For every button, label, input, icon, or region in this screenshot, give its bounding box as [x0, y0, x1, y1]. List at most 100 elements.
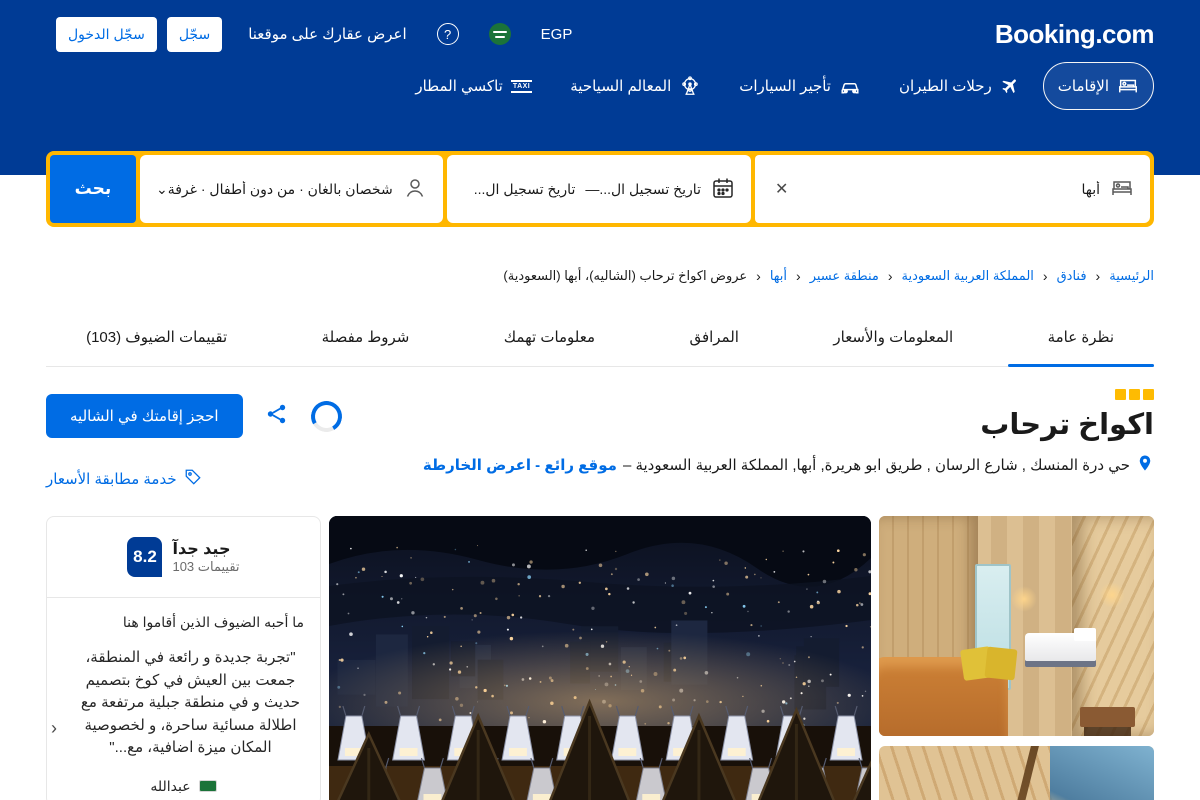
- price-match-label: خدمة مطابقة الأسعار: [46, 470, 177, 488]
- photo-decor: [985, 647, 1018, 681]
- review-card: جيد جدآ 103 تقييمات 8.2 ما أحبه الضيوف ا…: [46, 516, 321, 800]
- night-city-photo[interactable]: [329, 516, 871, 800]
- search-bar: أبها ✕ تاريخ تسجيل ال... — تاريخ تسجيل ا…: [46, 151, 1154, 227]
- tab-overview[interactable]: نظرة عامة: [1008, 314, 1154, 366]
- person-icon: [403, 176, 427, 203]
- tab-facilities[interactable]: المرافق: [649, 314, 779, 366]
- nav-attractions[interactable]: المعالم السياحية: [555, 62, 716, 110]
- review-count: 103 تقييمات: [172, 559, 239, 575]
- review-score-label: جيد جدآ: [172, 539, 239, 559]
- checkout-value: تاريخ تسجيل ال...: [474, 181, 576, 198]
- photo-decor: [1099, 582, 1125, 608]
- book-stay-button[interactable]: احجز إقامتك في الشاليه: [46, 394, 243, 438]
- bed-icon: [1110, 176, 1134, 203]
- reviewer-name: عبدالله: [150, 778, 190, 795]
- cabin-ceiling-photo[interactable]: [879, 746, 1154, 800]
- address-text: حي درة المنسك , شارع الرسان , طريق ابو ه…: [623, 456, 1130, 474]
- breadcrumb-separator: ‹: [888, 268, 893, 284]
- location-pin-icon: [1136, 454, 1154, 476]
- nav-label: الإقامات: [1058, 77, 1109, 95]
- loading-spinner: [307, 397, 345, 435]
- guests-value: شخصان بالغان · من دون أطفال · غرفة: [168, 181, 393, 198]
- breadcrumb-region[interactable]: منطقة عسير: [810, 268, 879, 284]
- tag-icon: [184, 468, 202, 490]
- help-button[interactable]: ?: [437, 23, 459, 45]
- header-top-row: Booking.com EGP ? اعرض عقارك على موقعنا …: [46, 0, 1154, 52]
- nav-car-rentals[interactable]: تأجير السيارات: [724, 62, 876, 110]
- sign-in-button[interactable]: سجّل الدخول: [56, 17, 157, 52]
- language-selector[interactable]: [489, 23, 511, 45]
- show-map-link[interactable]: موقع رائع - اعرض الخارطة: [423, 456, 617, 474]
- breadcrumb-home[interactable]: الرئيسية: [1109, 268, 1154, 284]
- breadcrumb-separator: ‹: [1043, 268, 1048, 284]
- photo-decor: [1011, 586, 1037, 612]
- nav-label: تاكسي المطار: [415, 77, 502, 95]
- review-quote: "تجربة جديدة و رائعة في المنطقة، جمعت بي…: [63, 647, 304, 760]
- guests-liked-section: ما أحبه الضيوف الذين أقاموا هنا "تجربة ج…: [47, 598, 320, 800]
- property-rating-squares: [342, 389, 1154, 400]
- property-tabs: نظرة عامة المعلومات والأسعار المرافق معل…: [46, 314, 1154, 367]
- property-title: اكواخ ترحاب: [342, 407, 1154, 442]
- breadcrumb: الرئيسية ‹ فنادق ‹ المملكة العربية السعو…: [46, 268, 1154, 284]
- photo-decor: [981, 746, 1039, 800]
- nav-airport-taxis[interactable]: TAXI تاكسي المطار: [400, 64, 547, 108]
- review-score-row[interactable]: جيد جدآ 103 تقييمات 8.2: [47, 517, 320, 598]
- breadcrumb-country[interactable]: المملكة العربية السعودية: [902, 268, 1034, 284]
- photo-column: [879, 516, 1154, 800]
- tab-fine-print[interactable]: شروط مفصلة: [282, 314, 450, 366]
- guests-liked-title: ما أحبه الضيوف الذين أقاموا هنا: [63, 614, 304, 631]
- review-score-badge: 8.2: [127, 537, 162, 577]
- chevron-down-icon: ⌄: [156, 181, 168, 198]
- breadcrumb-city[interactable]: أبها: [770, 268, 787, 284]
- photo-decor: [1074, 628, 1096, 641]
- nav-label: المعالم السياحية: [570, 77, 671, 95]
- breadcrumb-separator: ‹: [1096, 268, 1101, 284]
- tab-guest-reviews[interactable]: تقييمات الضيوف (103): [46, 314, 267, 366]
- breadcrumb-current: عروض اكواخ ترحاب (الشاليه)، أبها (السعود…: [503, 268, 747, 284]
- nav-flights[interactable]: رحلات الطيران: [884, 63, 1035, 109]
- top-header: Booking.com EGP ? اعرض عقارك على موقعنا …: [0, 0, 1200, 175]
- taxi-icon: TAXI: [511, 80, 532, 93]
- destination-field[interactable]: أبها ✕: [755, 155, 1150, 223]
- ferris-wheel-icon: [679, 75, 701, 97]
- nav-stays[interactable]: الإقامات: [1043, 62, 1154, 110]
- car-icon: [839, 75, 861, 97]
- checkin-value: تاريخ تسجيل ال...: [599, 181, 701, 198]
- plane-icon: [1000, 76, 1020, 96]
- guests-field[interactable]: شخصان بالغان · من دون أطفال · غرفة ⌄: [140, 155, 443, 223]
- breadcrumb-separator: ‹: [756, 268, 761, 284]
- register-button[interactable]: سجّل: [167, 17, 222, 52]
- price-match-link[interactable]: خدمة مطابقة الأسعار: [46, 468, 202, 490]
- destination-value: أبها: [1081, 181, 1100, 198]
- photo-decor: [1080, 707, 1135, 727]
- search-button[interactable]: بحث: [50, 155, 136, 223]
- review-sidebar: جيد جدآ 103 تقييمات 8.2 ما أحبه الضيوف ا…: [46, 516, 321, 800]
- dates-separator: —: [585, 181, 599, 197]
- tab-info-prices[interactable]: المعلومات والأسعار: [793, 314, 993, 366]
- nav-label: رحلات الطيران: [899, 77, 992, 95]
- photo-decor: [329, 516, 871, 800]
- nav-label: تأجير السيارات: [739, 77, 831, 95]
- clear-destination-icon[interactable]: ✕: [771, 175, 792, 203]
- cabin-interior-photo[interactable]: [879, 516, 1154, 736]
- header-nav: الإقامات رحلات الطيران تأجير السيارات: [46, 62, 1154, 110]
- breadcrumb-hotels[interactable]: فنادق: [1057, 268, 1087, 284]
- bed-icon: [1117, 75, 1139, 97]
- reviewer-country-flag: [199, 780, 217, 792]
- photo-decor: [1072, 516, 1155, 736]
- reviewer-row: عبدالله: [63, 778, 304, 795]
- booking-logo[interactable]: Booking.com: [995, 19, 1154, 50]
- calendar-icon: [711, 176, 735, 203]
- dates-field[interactable]: تاريخ تسجيل ال... — تاريخ تسجيل ال...: [447, 155, 751, 223]
- property-address: حي درة المنسك , شارع الرسان , طريق ابو ه…: [342, 454, 1154, 476]
- share-icon[interactable]: [265, 402, 289, 431]
- carousel-prev-icon[interactable]: ‹: [51, 718, 57, 739]
- property-header: اكواخ ترحاب حي درة المنسك , شارع الرسان …: [342, 389, 1154, 490]
- breadcrumb-separator: ‹: [796, 268, 801, 284]
- currency-selector[interactable]: EGP: [541, 26, 573, 43]
- question-mark-icon: ?: [437, 23, 459, 45]
- saudi-flag-icon: [489, 23, 511, 45]
- list-property-link[interactable]: اعرض عقارك على موقعنا: [248, 25, 406, 43]
- photo-decor: [1050, 746, 1155, 800]
- tab-good-to-know[interactable]: معلومات تهمك: [464, 314, 635, 366]
